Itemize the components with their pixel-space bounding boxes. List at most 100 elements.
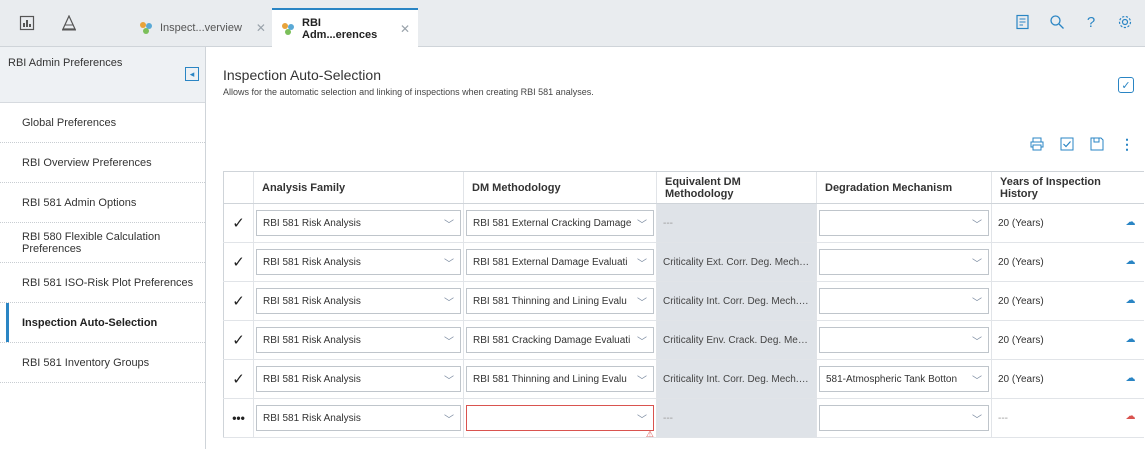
select-value: RBI 581 Risk Analysis bbox=[263, 256, 361, 268]
table-row: ✓ RBI 581 Risk Analysis ﹀ RBI 581 Externa… bbox=[223, 242, 1144, 282]
tab-inspection-overview[interactable]: Inspect...verview ✕ bbox=[130, 8, 270, 47]
cloud-icon[interactable]: ☁ bbox=[1126, 217, 1136, 228]
cloud-icon[interactable]: ☁ bbox=[1126, 373, 1136, 384]
tab-label: Inspect...verview bbox=[160, 21, 242, 34]
select-value: RBI 581 Thinning and Lining Evalu bbox=[473, 373, 627, 385]
cloud-warning-icon[interactable]: ☁ bbox=[1126, 411, 1136, 422]
select-value: RBI 581 External Cracking Damage bbox=[473, 217, 632, 229]
degradation-mechanism-select[interactable]: ﹀ bbox=[819, 405, 989, 431]
select-value: RBI 581 Thinning and Lining Evalu bbox=[473, 295, 627, 307]
select-value: RBI 581 External Damage Evaluati bbox=[473, 256, 628, 268]
years-cell[interactable]: 20 (Years) ☁ bbox=[991, 242, 1144, 282]
analysis-family-select[interactable]: RBI 581 Risk Analysis ﹀ bbox=[256, 366, 461, 392]
cloud-icon[interactable]: ☁ bbox=[1126, 256, 1136, 267]
equivalent-dm-cell: --- bbox=[656, 398, 817, 438]
dm-methodology-select[interactable]: RBI 581 External Cracking Damage ﹀ bbox=[466, 210, 654, 236]
chevron-down-icon: ﹀ bbox=[444, 297, 454, 309]
column-header-years-of-inspection-history[interactable]: Years of Inspection History bbox=[991, 171, 1144, 204]
table-row: ✓ RBI 581 Risk Analysis ﹀ RBI 581 Crackin… bbox=[223, 320, 1144, 360]
sidebar-item-label: RBI Overview Preferences bbox=[22, 156, 152, 169]
equivalent-dm-cell: Criticality Int. Corr. Deg. Mech. E... bbox=[656, 281, 817, 321]
column-header-equivalent-dm-methodology[interactable]: Equivalent DM Methodology bbox=[656, 171, 817, 204]
chevron-down-icon: ﹀ bbox=[972, 375, 982, 387]
sidebar-item-rbi-overview-preferences[interactable]: RBI Overview Preferences bbox=[0, 143, 205, 183]
sidebar-item-label: RBI 581 Inventory Groups bbox=[22, 356, 150, 369]
row-status: ✓ bbox=[223, 281, 254, 321]
degradation-mechanism-select[interactable]: ﹀ bbox=[819, 249, 989, 275]
column-header-status bbox=[223, 171, 254, 204]
close-tab-icon[interactable]: ✕ bbox=[256, 21, 266, 35]
tab-rbi-admin-preferences[interactable]: RBI Adm...erences ✕ bbox=[272, 8, 418, 47]
sidebar-item-inspection-auto-selection[interactable]: Inspection Auto-Selection bbox=[0, 303, 205, 343]
top-tab-bar: Inspect...verview ✕ RBI Adm...erences ✕ … bbox=[0, 0, 1145, 47]
dm-methodology-select[interactable]: ﹀ bbox=[466, 405, 654, 431]
help-icon[interactable]: ? bbox=[1081, 12, 1101, 32]
notes-icon[interactable] bbox=[1013, 12, 1033, 32]
select-value: RBI 581 Risk Analysis bbox=[263, 334, 361, 346]
sidebar-item-global-preferences[interactable]: Global Preferences bbox=[0, 103, 205, 143]
table-header-row: Analysis Family DM Methodology Equivalen… bbox=[223, 171, 1144, 204]
save-icon[interactable] bbox=[1089, 136, 1105, 152]
analysis-family-select[interactable]: RBI 581 Risk Analysis ﹀ bbox=[256, 249, 461, 275]
years-cell[interactable]: 20 (Years) ☁ bbox=[991, 203, 1144, 243]
sidebar-item-label: RBI 581 ISO-Risk Plot Preferences bbox=[22, 276, 194, 289]
analysis-family-select[interactable]: RBI 581 Risk Analysis ﹀ bbox=[256, 210, 461, 236]
asset-hierarchy-icon[interactable] bbox=[59, 13, 79, 33]
close-tab-icon[interactable]: ✕ bbox=[400, 22, 410, 36]
years-value: 20 (Years) bbox=[998, 334, 1044, 346]
analysis-family-select[interactable]: RBI 581 Risk Analysis ﹀ bbox=[256, 288, 461, 314]
search-icon[interactable] bbox=[1047, 12, 1067, 32]
chevron-down-icon: ﹀ bbox=[637, 258, 647, 270]
print-icon[interactable] bbox=[1029, 136, 1045, 152]
equivalent-dm-cell: Criticality Env. Crack. Deg. Mech... bbox=[656, 320, 817, 360]
sidebar-item-rbi-581-iso-risk-plot[interactable]: RBI 581 ISO-Risk Plot Preferences bbox=[0, 263, 205, 303]
column-header-degradation-mechanism[interactable]: Degradation Mechanism bbox=[816, 171, 992, 204]
row-status: ••• bbox=[223, 398, 254, 438]
main-panel: Inspection Auto-Selection Allows for the… bbox=[207, 47, 1145, 449]
table-row: ✓ RBI 581 Risk Analysis ﹀ RBI 581 Thinnin… bbox=[223, 281, 1144, 321]
cloud-icon[interactable]: ☁ bbox=[1126, 295, 1136, 306]
analysis-family-select[interactable]: RBI 581 Risk Analysis ﹀ bbox=[256, 327, 461, 353]
degradation-mechanism-select[interactable]: ﹀ bbox=[819, 288, 989, 314]
analysis-family-select[interactable]: RBI 581 Risk Analysis ﹀ bbox=[256, 405, 461, 431]
years-cell[interactable]: 20 (Years) ☁ bbox=[991, 320, 1144, 360]
sidebar-item-rbi-581-inventory-groups[interactable]: RBI 581 Inventory Groups bbox=[0, 343, 205, 383]
sidebar-item-rbi-580-flexible-calculation[interactable]: RBI 580 Flexible Calculation Preferences bbox=[0, 223, 205, 263]
column-header-dm-methodology[interactable]: DM Methodology bbox=[463, 171, 657, 204]
equivalent-dm-cell: Criticality Int. Corr. Deg. Mech. E... bbox=[656, 359, 817, 399]
rbi-icon bbox=[280, 21, 296, 37]
dm-methodology-select[interactable]: RBI 581 Thinning and Lining Evalu ﹀ bbox=[466, 366, 654, 392]
table-row-new: ••• RBI 581 Risk Analysis ﹀ ﹀ ⚠ --- ﹀ --- ☁ bbox=[223, 398, 1144, 439]
years-cell[interactable]: --- ☁ bbox=[991, 398, 1144, 438]
sidebar-item-rbi-581-admin-options[interactable]: RBI 581 Admin Options bbox=[0, 183, 205, 223]
select-value: 581-Atmospheric Tank Botton bbox=[826, 373, 958, 385]
dm-methodology-select[interactable]: RBI 581 Cracking Damage Evaluati ﹀ bbox=[466, 327, 654, 353]
chevron-down-icon: ﹀ bbox=[972, 336, 982, 348]
chevron-down-icon: ﹀ bbox=[444, 414, 454, 426]
degradation-mechanism-select[interactable]: ﹀ bbox=[819, 327, 989, 353]
cloud-icon[interactable]: ☁ bbox=[1126, 334, 1136, 345]
sidebar-item-label: RBI 580 Flexible Calculation Preferences bbox=[22, 230, 161, 255]
dm-methodology-select[interactable]: RBI 581 External Damage Evaluati ﹀ bbox=[466, 249, 654, 275]
select-all-icon[interactable] bbox=[1059, 136, 1075, 152]
column-header-analysis-family[interactable]: Analysis Family bbox=[253, 171, 464, 204]
sidebar-item-label: RBI 581 Admin Options bbox=[22, 196, 137, 209]
degradation-mechanism-select[interactable]: 581-Atmospheric Tank Botton ﹀ bbox=[819, 366, 989, 392]
collapse-sidebar-icon[interactable]: ◂ bbox=[185, 67, 199, 81]
years-cell[interactable]: 20 (Years) ☁ bbox=[991, 359, 1144, 399]
dm-methodology-select[interactable]: RBI 581 Thinning and Lining Evalu ﹀ bbox=[466, 288, 654, 314]
years-value: 20 (Years) bbox=[998, 217, 1044, 229]
dashboard-icon[interactable] bbox=[17, 13, 37, 33]
warning-icon: ⚠ bbox=[645, 429, 654, 439]
years-cell[interactable]: 20 (Years) ☁ bbox=[991, 281, 1144, 321]
more-options-icon[interactable]: ⋮ bbox=[1119, 136, 1135, 152]
page-title: Inspection Auto-Selection bbox=[223, 67, 381, 83]
select-value: RBI 581 Risk Analysis bbox=[263, 373, 361, 385]
chevron-down-icon: ﹀ bbox=[637, 336, 647, 348]
page-description: Allows for the automatic selection and l… bbox=[223, 87, 594, 97]
sidebar-title: RBI Admin Preferences bbox=[8, 57, 123, 69]
enable-checkbox[interactable]: ✓ bbox=[1118, 77, 1134, 93]
years-value: --- bbox=[998, 412, 1008, 424]
gear-icon[interactable] bbox=[1115, 12, 1135, 32]
degradation-mechanism-select[interactable]: ﹀ bbox=[819, 210, 989, 236]
